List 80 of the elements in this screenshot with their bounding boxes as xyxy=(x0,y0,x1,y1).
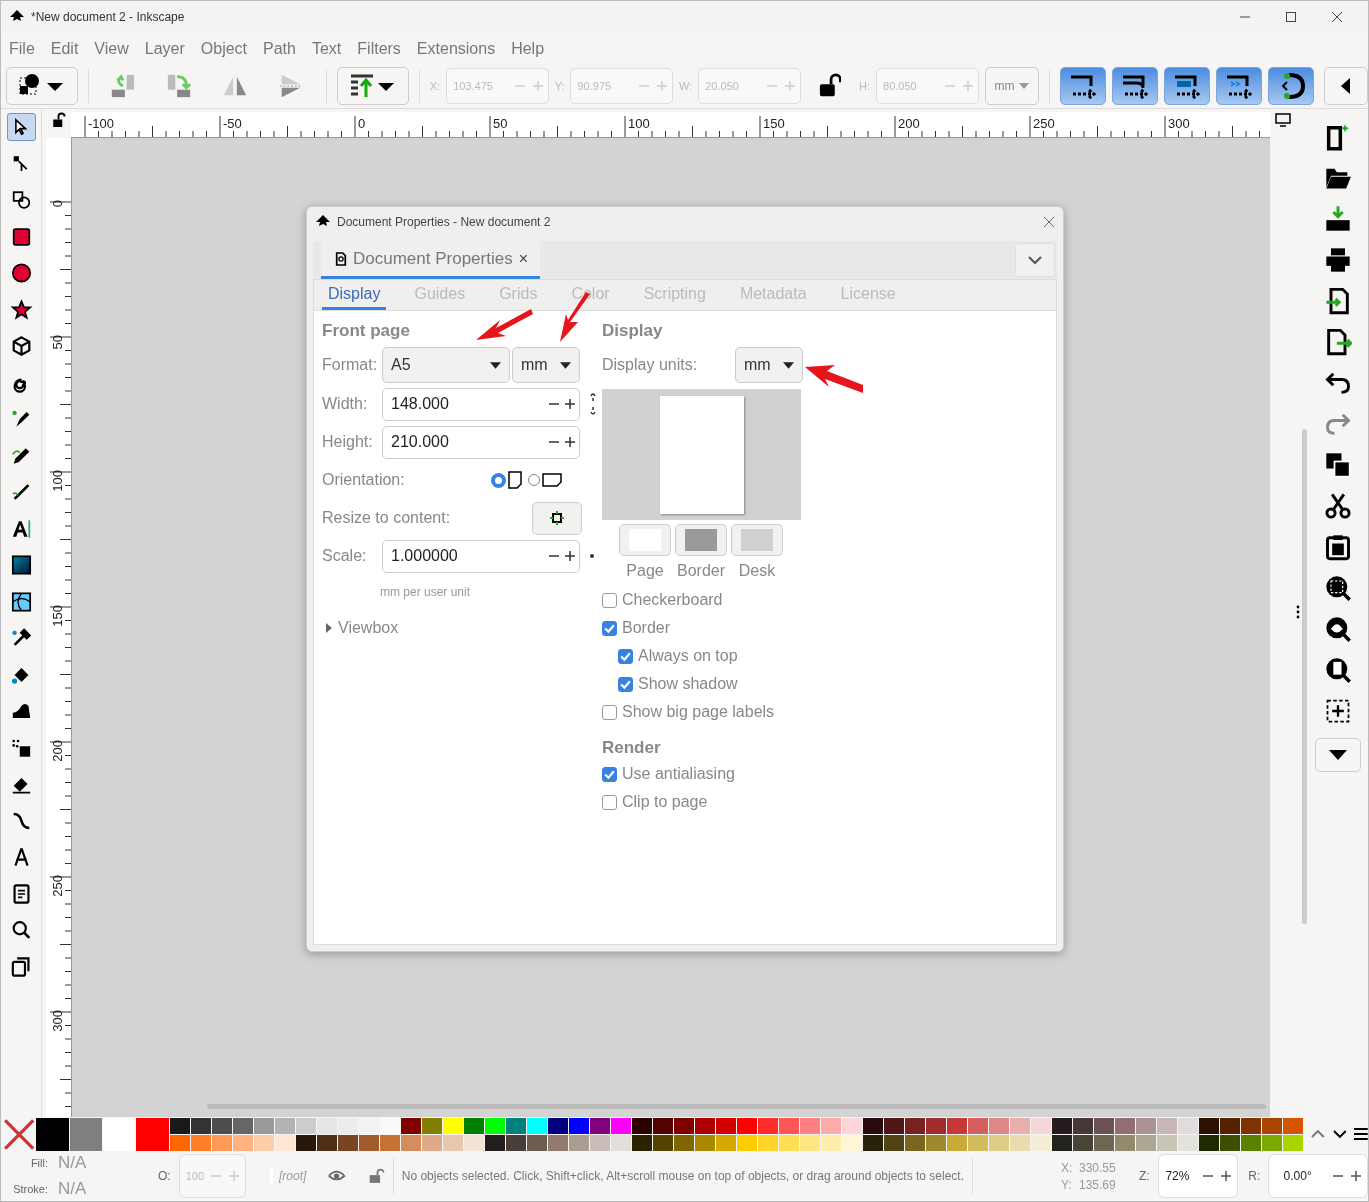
menu-item[interactable]: Layer xyxy=(144,39,185,58)
window-title: *New document 2 - Inkscape xyxy=(31,10,185,24)
page-tab[interactable]: Display xyxy=(322,280,387,310)
field-label: X: xyxy=(429,80,441,92)
ruler-label: 300 xyxy=(50,1010,65,1034)
section-heading: Front page xyxy=(322,321,410,342)
width-field[interactable]: 148.000 xyxy=(382,387,580,421)
tab-close-button[interactable]: × xyxy=(518,249,529,268)
ruler-label: -50 xyxy=(223,116,242,131)
ruler-label: 250 xyxy=(50,875,65,899)
ruler-label: 300 xyxy=(1168,116,1190,131)
y-label: Y: xyxy=(1061,1177,1073,1192)
unit-dropdown[interactable]: mm xyxy=(512,347,580,383)
swatch-label: Border xyxy=(677,562,725,580)
field-label: Y: xyxy=(554,80,565,92)
resize-label: Resize to content: xyxy=(322,509,452,527)
rotation-field[interactable]: 0.00° xyxy=(1268,1154,1368,1198)
ruler-label: 100 xyxy=(628,116,650,131)
ruler-label: -100 xyxy=(88,116,115,131)
dialog-tab[interactable]: Document Properties × xyxy=(321,241,541,279)
menu-item[interactable]: Object xyxy=(200,39,248,58)
tab-label[interactable]: Document Properties xyxy=(353,248,513,269)
status-message: No objects selected. Click, Shift+click, Alt+scroll mouse on top of objects, or drag around objects to select. xyxy=(401,1169,965,1183)
checkbox-label[interactable]: Use antialiasing xyxy=(622,765,735,783)
menu-item[interactable]: View xyxy=(94,39,129,58)
ruler-label: 200 xyxy=(50,740,65,764)
scale-hint: mm per user unit xyxy=(380,585,471,599)
stroke-value: N/A xyxy=(58,1179,88,1199)
section-heading: Display xyxy=(602,321,663,342)
section-heading: Render xyxy=(602,738,661,759)
menu-item[interactable]: Edit xyxy=(50,39,79,58)
unit-dropdown[interactable]: mm xyxy=(984,67,1040,105)
menu-item[interactable]: Text xyxy=(311,39,342,58)
format-label: Format: xyxy=(322,356,379,374)
orientation-label: Orientation: xyxy=(322,471,406,489)
display-units-label: Display units: xyxy=(602,356,699,374)
checkbox-label[interactable]: Border xyxy=(622,619,671,637)
menu-item[interactable]: File xyxy=(9,39,35,58)
zoom-field[interactable]: 72% xyxy=(1157,1154,1239,1198)
height-label: Height: xyxy=(322,433,374,451)
ruler-label: 50 xyxy=(50,335,65,352)
layer-name[interactable]: [root] xyxy=(270,1169,307,1183)
fill-label: Fill: xyxy=(29,1157,49,1169)
field-label: H: xyxy=(859,80,871,92)
rotation-label: R: xyxy=(1248,1169,1261,1183)
zoom-label: Z: xyxy=(1139,1169,1150,1183)
scale-label: Scale: xyxy=(322,547,368,565)
menu-item[interactable]: Path xyxy=(263,39,296,58)
display-units-dropdown[interactable]: mm xyxy=(735,347,803,383)
swatch-label: Desk xyxy=(738,562,776,580)
field-label: W: xyxy=(679,80,693,92)
ruler-label: 250 xyxy=(1033,116,1055,131)
x-coordinate: 330.55 xyxy=(1079,1160,1117,1175)
ruler-label: 50 xyxy=(493,116,508,131)
height-field[interactable]: 210.000 xyxy=(382,425,580,459)
scale-field[interactable]: 1.000000 xyxy=(382,539,580,573)
format-dropdown[interactable]: A5 xyxy=(382,347,510,383)
ruler-label: 0 xyxy=(50,200,65,210)
checkbox-label[interactable]: Show big page labels xyxy=(622,703,775,721)
ruler-label: 200 xyxy=(898,116,920,131)
swatch-label: Page xyxy=(626,562,664,580)
checkbox-label[interactable]: Always on top xyxy=(638,647,738,665)
width-label: Width: xyxy=(322,395,369,413)
opacity-label: O: xyxy=(158,1169,171,1183)
x-label: X: xyxy=(1061,1160,1074,1175)
menu-item[interactable]: Help xyxy=(511,39,545,58)
y-coordinate: 135.69 xyxy=(1079,1177,1117,1192)
menu-item[interactable]: Filters xyxy=(357,39,401,58)
ruler-label: 150 xyxy=(50,605,65,629)
checkbox-label[interactable]: Clip to page xyxy=(622,793,708,811)
ruler-label: 100 xyxy=(50,470,65,494)
ruler-label: 0 xyxy=(358,116,366,131)
dialog-title: Document Properties - New document 2 xyxy=(337,215,551,229)
viewbox-expander[interactable]: Viewbox xyxy=(338,619,399,637)
checkbox-label[interactable]: Show shadow xyxy=(638,675,738,693)
stroke-label: Stroke: xyxy=(12,1183,49,1195)
ruler-label: 150 xyxy=(763,116,785,131)
checkbox-label[interactable]: Checkerboard xyxy=(622,591,723,609)
menu-item[interactable]: Extensions xyxy=(416,39,496,58)
fill-value: N/A xyxy=(58,1153,88,1173)
